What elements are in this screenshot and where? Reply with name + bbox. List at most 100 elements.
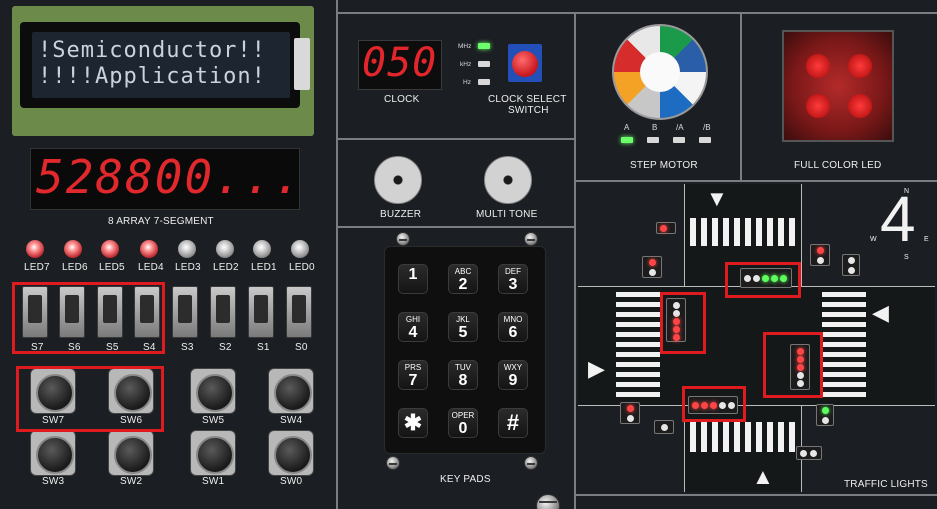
key-hash[interactable]: # [498,408,528,438]
compass-n: N [904,188,910,195]
divider-h5 [576,494,937,496]
full-color-led [782,30,894,142]
button-label: SW1 [202,476,225,487]
pedestrian-light [796,446,822,460]
step-motor-label: STEP MOTOR [630,160,698,171]
bottom-knob [536,494,560,509]
toggle-switch-s2[interactable] [210,286,236,338]
key-0[interactable]: OPER 0 [448,408,478,438]
clock-led-mhz [478,43,490,49]
highlight-traffic-north [725,262,801,298]
push-button-sw5[interactable] [190,368,236,414]
key-4[interactable]: GHI 4 [398,312,428,342]
compass-e: E [924,236,929,243]
arrow-up-icon: ▲ [752,464,774,489]
clock-unit-hz: Hz [463,79,471,86]
arrow-right-icon: ▶ [588,356,605,381]
key-5[interactable]: JKL 5 [448,312,478,342]
highlight-traffic-south [682,386,746,422]
clock-digits: 050 [362,40,438,86]
led-7 [26,240,44,258]
crosswalk-north [690,218,796,246]
step-phase-label: /A [676,123,684,132]
step-phase-label: /B [703,123,711,132]
key-7[interactable]: PRS 7 [398,360,428,390]
compass-w: W [870,236,877,243]
toggle-switch-s3[interactable] [172,286,198,338]
key-1[interactable]: 1 [398,264,428,294]
arrow-left-icon: ◀ [872,300,889,325]
toggle-switch-s1[interactable] [248,286,274,338]
pedestrian-light [810,244,830,266]
clock-select-switch[interactable] [508,44,542,82]
push-button-sw1[interactable] [190,430,236,476]
clock-unit-khz: kHz [460,61,472,68]
key-9[interactable]: WXY 9 [498,360,528,390]
divider-v1 [336,0,338,509]
button-label: SW3 [42,476,65,487]
led-label: LED3 [175,262,201,273]
multi-tone-label: MULTI TONE [476,209,538,220]
divider-v3 [740,14,742,180]
compass-digit: 4 [880,183,916,255]
highlight-box-buttons [16,366,164,432]
trainer-board: !Semiconductor!! !!!!Application! 528800… [0,0,937,509]
led-label: LED0 [289,262,315,273]
screw-icon [524,456,538,470]
led-0 [291,240,309,258]
multi-tone-icon [484,156,532,204]
key-2[interactable]: ABC 2 [448,264,478,294]
seven-segment-label: 8 ARRAY 7-SEGMENT [108,216,214,227]
key-3[interactable]: DEF 3 [498,264,528,294]
switch-label: S2 [219,342,232,353]
rgb-led-dot [806,94,830,118]
clock-led-hz [478,79,490,85]
led-6 [64,240,82,258]
switch-label: S3 [181,342,194,353]
led-5 [101,240,119,258]
lcd-connector [294,38,310,90]
keypad-label: KEY PADS [440,474,491,485]
key-6[interactable]: MNO 6 [498,312,528,342]
led-label: LED6 [62,262,88,273]
button-label: SW2 [120,476,143,487]
push-button-sw2[interactable] [108,430,154,476]
buzzer-icon [374,156,422,204]
led-label: LED1 [251,262,277,273]
key-star[interactable]: ✱ [398,408,428,438]
pedestrian-light [642,256,662,278]
push-button-sw0[interactable] [268,430,314,476]
switch-label: S1 [257,342,270,353]
button-label: SW4 [280,415,303,426]
step-phase-led [673,137,685,143]
clock-led-khz [478,61,490,67]
clock-label: CLOCK [384,94,420,105]
highlight-traffic-west [660,292,706,354]
led-3 [178,240,196,258]
seven-segment-digits: 528800... [36,150,304,204]
divider-h3 [338,226,574,228]
pedestrian-light [842,254,860,276]
led-label: LED4 [138,262,164,273]
push-button-sw4[interactable] [268,368,314,414]
key-8[interactable]: TUV 8 [448,360,478,390]
rgb-led-dot [848,94,872,118]
push-button-sw3[interactable] [30,430,76,476]
led-label: LED5 [99,262,125,273]
button-label: SW0 [280,476,303,487]
crosswalk-east [822,292,866,400]
pedestrian-light [654,420,674,434]
pedestrian-light [656,222,676,234]
clock-select-label-2: SWITCH [508,105,549,116]
traffic-lights-label: TRAFFIC LIGHTS [844,479,928,490]
toggle-switch-s0[interactable] [286,286,312,338]
divider-h1 [338,12,937,14]
clock-unit-mhz: MHz [458,43,472,50]
step-phase-label: A [624,123,630,132]
buzzer-label: BUZZER [380,209,422,220]
pedestrian-light [816,404,834,426]
divider-v2 [574,14,576,509]
screw-icon [386,456,400,470]
highlight-traffic-east [763,332,823,398]
compass-s: S [904,254,909,261]
